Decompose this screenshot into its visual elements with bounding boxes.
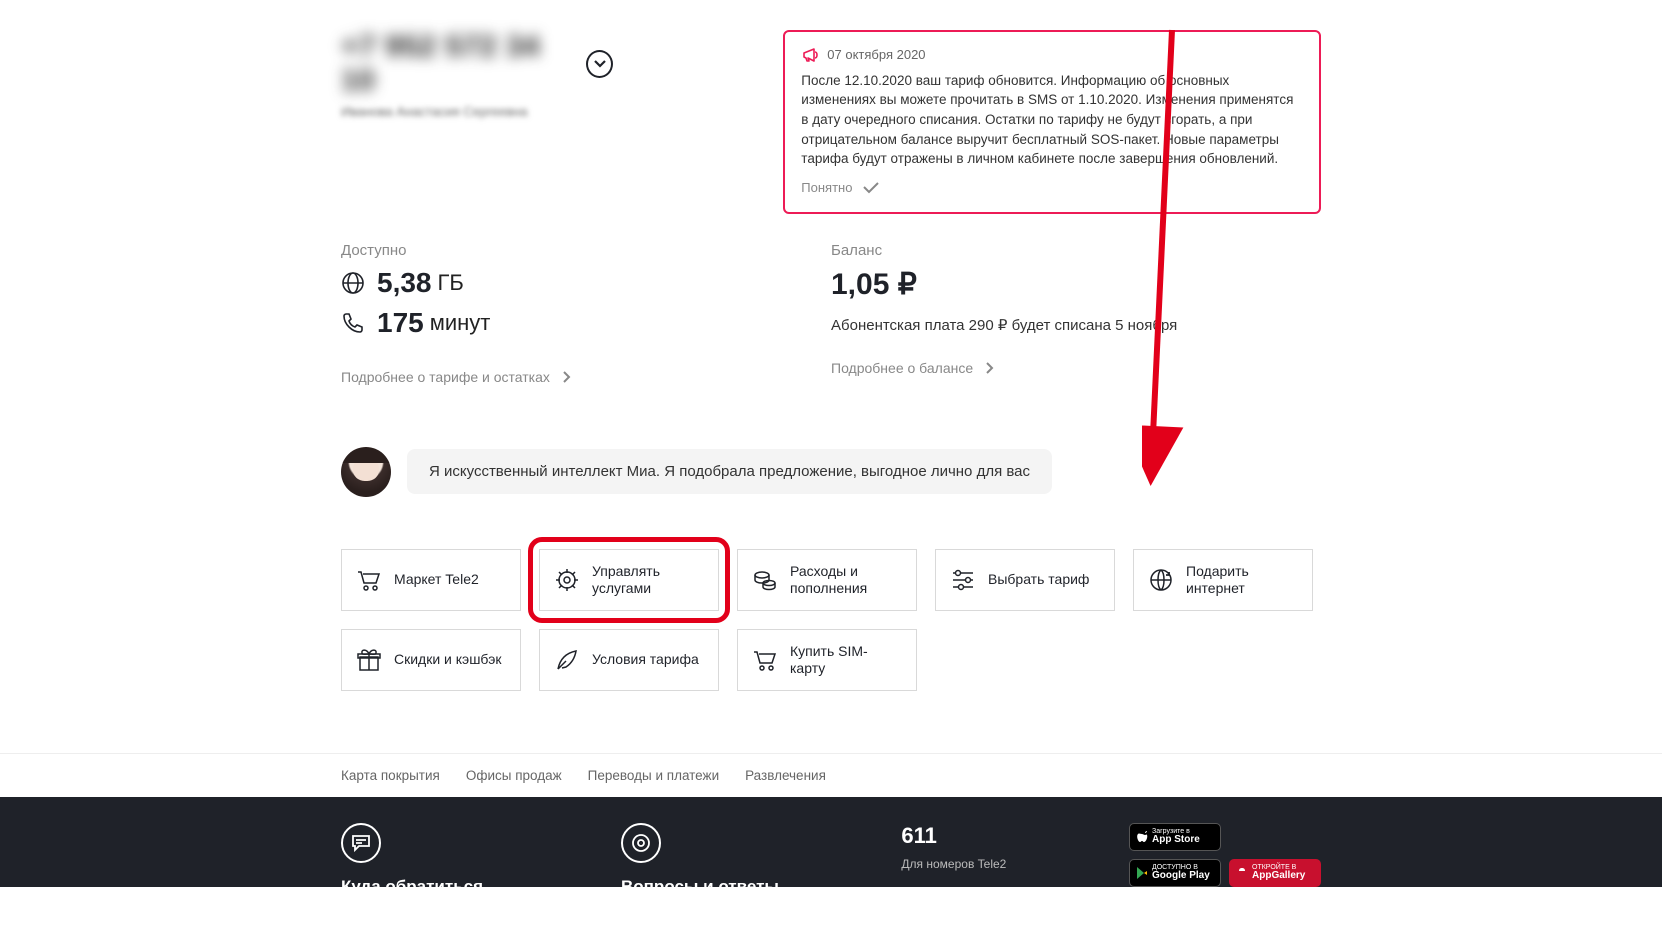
tile-label: Условия тарифа	[592, 651, 699, 668]
footer-short-sub: Для номеров Tele2	[901, 857, 1069, 871]
huawei-icon	[1236, 866, 1248, 880]
tile-choose-tariff[interactable]: Выбрать тариф	[935, 549, 1115, 611]
mia-message[interactable]: Я искусственный интеллект Миа. Я подобра…	[407, 449, 1052, 494]
tariff-details-label: Подробнее о тарифе и остатках	[341, 369, 550, 385]
tile-label: Скидки и кэшбэк	[394, 651, 502, 668]
action-tiles: Маркет Tele2 Управлять услугами Расходы …	[341, 549, 1321, 691]
appstore-button[interactable]: Загрузите вApp Store	[1129, 823, 1221, 851]
sliders-icon	[950, 567, 976, 593]
tariff-update-notice: 07 октября 2020 После 12.10.2020 ваш тар…	[783, 30, 1321, 214]
tile-label: Расходы и пополнения	[790, 563, 902, 597]
footer-faq-heading[interactable]: Вопросы и ответы	[621, 877, 851, 887]
megaphone-icon	[801, 46, 819, 64]
tile-label: Подарить интернет	[1186, 563, 1298, 597]
cart-icon	[752, 647, 778, 673]
chevron-right-icon	[562, 370, 572, 384]
data-unit: ГБ	[438, 270, 464, 296]
notice-ack-button[interactable]: Понятно	[801, 179, 880, 198]
data-amount: 5,38	[377, 267, 432, 299]
tile-manage-services[interactable]: Управлять услугами	[539, 549, 719, 611]
gift-icon	[356, 647, 382, 673]
cart-icon	[356, 567, 382, 593]
notice-date: 07 октября 2020	[827, 46, 925, 65]
tile-gift-internet[interactable]: Подарить интернет	[1133, 549, 1313, 611]
huawei-brand: AppGallery	[1252, 871, 1305, 881]
tile-market[interactable]: Маркет Tele2	[341, 549, 521, 611]
gplay-brand: Google Play	[1152, 871, 1210, 881]
balance-subtext: Абонентская плата 290 ₽ будет списана 5 …	[831, 316, 1321, 334]
tile-cashback[interactable]: Скидки и кэшбэк	[341, 629, 521, 691]
phone-dropdown-button[interactable]	[586, 50, 613, 78]
globe-icon	[341, 271, 365, 295]
tile-buy-sim[interactable]: Купить SIM-карту	[737, 629, 917, 691]
notice-text: После 12.10.2020 ваш тариф обновится. Ин…	[801, 71, 1303, 169]
googleplay-button[interactable]: ДОСТУПНО ВGoogle Play	[1129, 859, 1221, 887]
tile-label: Управлять услугами	[592, 563, 704, 597]
footer-contact-heading[interactable]: Куда обратиться	[341, 877, 591, 887]
tile-expenses[interactable]: Расходы и пополнения	[737, 549, 917, 611]
balance-details-label: Подробнее о балансе	[831, 360, 973, 376]
check-icon	[862, 182, 880, 194]
footer-long-number[interactable]: 8 (3522) 613-611	[901, 883, 1069, 887]
helm-icon	[554, 567, 580, 593]
phone-number: +7 952 572 34 10	[341, 30, 572, 98]
mia-avatar	[341, 447, 391, 497]
available-label: Доступно	[341, 242, 831, 259]
subnav-coverage[interactable]: Карта покрытия	[341, 768, 440, 783]
subnav-offices[interactable]: Офисы продаж	[466, 768, 562, 783]
coins-icon	[752, 567, 778, 593]
tile-tariff-terms[interactable]: Условия тарифа	[539, 629, 719, 691]
chevron-right-icon	[985, 361, 995, 375]
balance-value: 1,05 ₽	[831, 267, 1321, 302]
minutes-amount: 175	[377, 307, 424, 339]
footer-short-number[interactable]: 611	[901, 823, 1069, 849]
tile-label: Маркет Tele2	[394, 571, 479, 588]
minutes-unit: минут	[430, 310, 491, 336]
balance-label: Баланс	[831, 242, 1321, 259]
appstore-brand: App Store	[1152, 835, 1200, 845]
chevron-down-icon	[593, 59, 607, 69]
tariff-details-link[interactable]: Подробнее о тарифе и остатках	[341, 369, 572, 385]
phone-icon	[341, 311, 365, 335]
appgallery-button[interactable]: ОТКРОЙТЕ ВAppGallery	[1229, 859, 1321, 887]
play-icon	[1136, 866, 1148, 880]
footer: Куда обратиться Вопросы и ответы 611 Для…	[0, 797, 1662, 887]
feather-icon	[554, 647, 580, 673]
tile-label: Выбрать тариф	[988, 571, 1089, 588]
balance-details-link[interactable]: Подробнее о балансе	[831, 360, 995, 376]
apple-icon	[1136, 830, 1148, 844]
chat-icon[interactable]	[341, 823, 381, 863]
subnav-payments[interactable]: Переводы и платежи	[588, 768, 719, 783]
account-holder-name: Иванова Анастасия Сергеевна	[341, 104, 613, 119]
sub-navigation: Карта покрытия Офисы продаж Переводы и п…	[0, 753, 1662, 797]
target-icon[interactable]	[621, 823, 661, 863]
tile-label: Купить SIM-карту	[790, 643, 902, 677]
subnav-fun[interactable]: Развлечения	[745, 768, 826, 783]
globe-arrow-icon	[1148, 567, 1174, 593]
notice-ack-label: Понятно	[801, 179, 852, 198]
